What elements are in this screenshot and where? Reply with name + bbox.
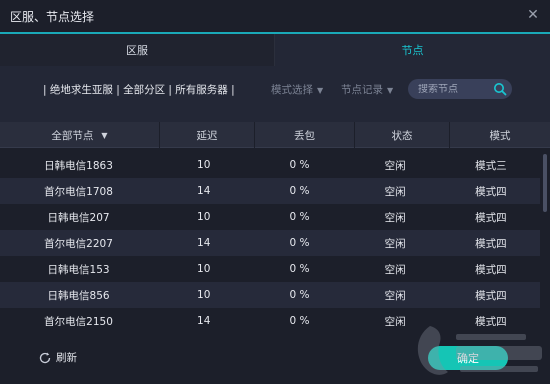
mode: 模式四 bbox=[475, 237, 507, 250]
caret-down-icon: ▼ bbox=[317, 86, 324, 95]
node-name: 日韩电信1863 bbox=[44, 159, 113, 172]
title-bar: 区服、节点选择 ✕ bbox=[0, 0, 550, 32]
search-box bbox=[408, 79, 512, 99]
status: 空闲 bbox=[384, 159, 406, 172]
mode: 模式三 bbox=[475, 159, 507, 172]
column-header-node-label: 全部节点 bbox=[51, 129, 94, 142]
footer: 刷新 确定 bbox=[0, 326, 550, 384]
table-row[interactable]: 首尔电信2207 14 0 % 空闲 模式四 bbox=[0, 230, 540, 256]
mode: 模式四 bbox=[475, 185, 507, 198]
mode: 模式四 bbox=[475, 211, 507, 224]
table-row[interactable]: 首尔电信2150 14 0 % 空闲 模式四 bbox=[0, 308, 540, 326]
packet-loss: 0 % bbox=[289, 263, 310, 275]
latency: 10 bbox=[197, 289, 211, 301]
node-name: 日韩电信153 bbox=[47, 263, 110, 276]
search-input[interactable] bbox=[418, 83, 498, 95]
scrollbar-thumb[interactable] bbox=[543, 154, 547, 212]
column-header-latency: 延迟 bbox=[160, 122, 255, 148]
mode: 模式四 bbox=[475, 315, 507, 327]
node-list: 日韩电信1863 10 0 % 空闲 模式三 首尔电信1708 14 0 % 空… bbox=[0, 152, 540, 326]
status: 空闲 bbox=[384, 315, 406, 327]
status: 空闲 bbox=[384, 263, 406, 276]
table-row[interactable]: 日韩电信856 10 0 % 空闲 模式四 bbox=[0, 282, 540, 308]
tab-bar: 区服 节点 bbox=[0, 32, 550, 66]
mode: 模式四 bbox=[475, 263, 507, 276]
mode-select-dropdown[interactable]: 模式选择 ▼ bbox=[271, 82, 323, 97]
tab-node-label: 节点 bbox=[401, 44, 424, 57]
close-icon[interactable]: ✕ bbox=[526, 8, 540, 22]
caret-down-icon: ▼ bbox=[387, 86, 394, 95]
caret-down-icon: ▼ bbox=[101, 130, 108, 140]
status: 空闲 bbox=[384, 185, 406, 198]
latency: 14 bbox=[197, 237, 211, 249]
status: 空闲 bbox=[384, 237, 406, 250]
node-name: 首尔电信2207 bbox=[44, 237, 113, 250]
tab-node[interactable]: 节点 bbox=[275, 34, 550, 66]
table-row[interactable]: 日韩电信207 10 0 % 空闲 模式四 bbox=[0, 204, 540, 230]
confirm-label: 确定 bbox=[457, 352, 479, 365]
packet-loss: 0 % bbox=[289, 211, 310, 223]
column-header-mode: 模式 bbox=[489, 129, 511, 142]
table-row[interactable]: 日韩电信1863 10 0 % 空闲 模式三 bbox=[0, 152, 540, 178]
node-name: 首尔电信2150 bbox=[44, 315, 113, 327]
node-history-label: 节点记录 bbox=[341, 84, 383, 96]
node-name: 首尔电信1708 bbox=[44, 185, 113, 198]
column-header-loss: 丢包 bbox=[255, 122, 355, 148]
latency: 10 bbox=[197, 211, 211, 223]
packet-loss: 0 % bbox=[289, 159, 310, 171]
node-name: 日韩电信856 bbox=[47, 289, 110, 302]
table-row[interactable]: 日韩电信153 10 0 % 空闲 模式四 bbox=[0, 256, 540, 282]
window-title: 区服、节点选择 bbox=[10, 9, 95, 24]
mode: 模式四 bbox=[475, 289, 507, 302]
mode-select-label: 模式选择 bbox=[271, 84, 313, 96]
table-header: 全部节点 ▼ 延迟 丢包 状态 模式 bbox=[0, 122, 550, 148]
packet-loss: 0 % bbox=[289, 237, 310, 249]
latency: 10 bbox=[197, 159, 211, 171]
refresh-icon bbox=[39, 352, 51, 363]
column-header-node[interactable]: 全部节点 ▼ bbox=[0, 122, 160, 148]
packet-loss: 0 % bbox=[289, 289, 310, 301]
search-icon[interactable] bbox=[493, 82, 507, 96]
table-row[interactable]: 首尔电信1708 14 0 % 空闲 模式四 bbox=[0, 178, 540, 204]
filter-bar: | 绝地求生亚服 | 全部分区 | 所有服务器 | 模式选择 ▼ 节点记录 ▼ bbox=[0, 66, 550, 122]
tab-region-label: 区服 bbox=[126, 44, 148, 57]
packet-loss: 0 % bbox=[289, 315, 310, 326]
status: 空闲 bbox=[384, 289, 406, 302]
refresh-button[interactable]: 刷新 bbox=[38, 350, 77, 365]
node-history-dropdown[interactable]: 节点记录 ▼ bbox=[341, 82, 393, 97]
scrollbar[interactable] bbox=[543, 152, 547, 326]
packet-loss: 0 % bbox=[289, 185, 310, 197]
column-header-status: 状态 bbox=[355, 122, 450, 148]
refresh-label: 刷新 bbox=[56, 352, 77, 364]
confirm-button[interactable]: 确定 bbox=[428, 346, 508, 370]
status: 空闲 bbox=[384, 211, 406, 224]
tab-region[interactable]: 区服 bbox=[0, 34, 275, 66]
breadcrumb: | 绝地求生亚服 | 全部分区 | 所有服务器 | bbox=[43, 84, 235, 96]
node-name: 日韩电信207 bbox=[47, 211, 110, 224]
latency: 14 bbox=[197, 185, 211, 197]
latency: 10 bbox=[197, 263, 211, 275]
latency: 14 bbox=[197, 315, 211, 326]
